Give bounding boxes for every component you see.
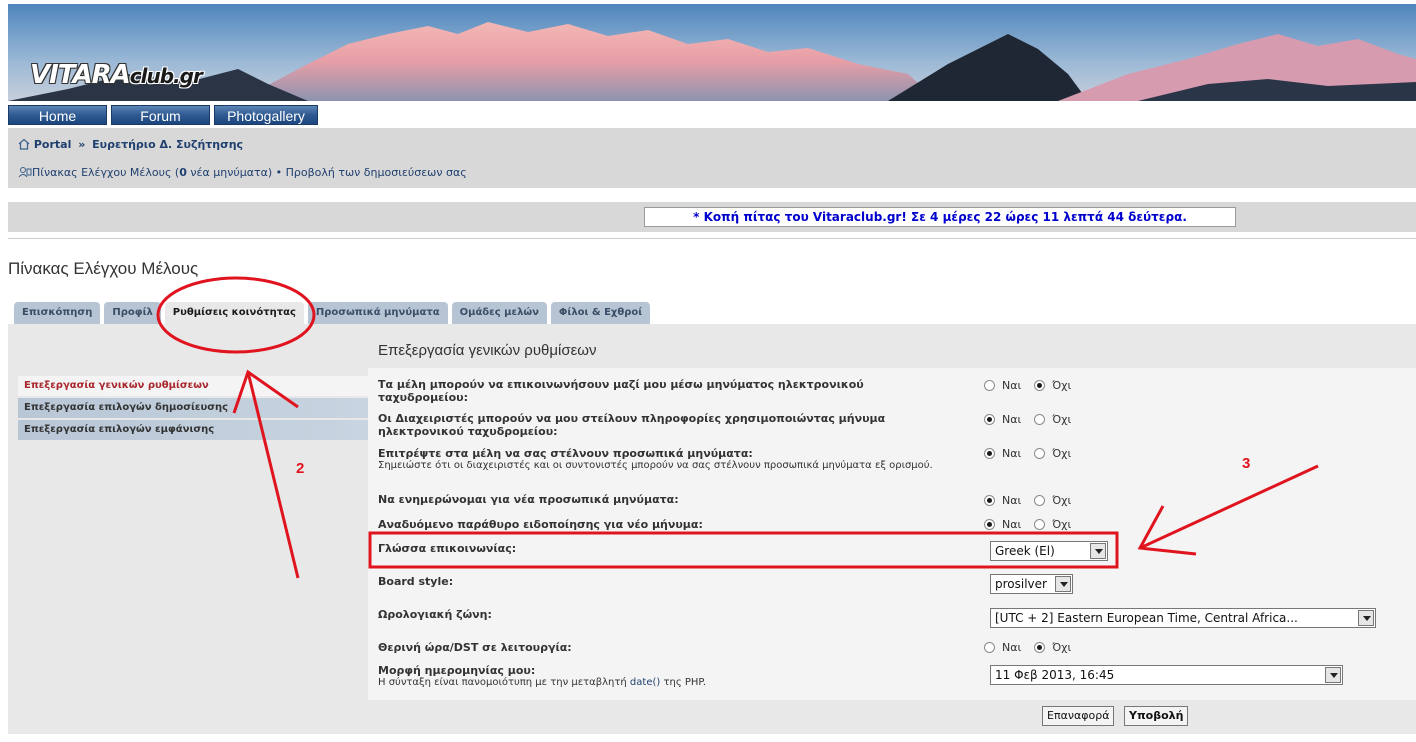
date-format-label: Μορφή ημερομηνίας μου: bbox=[378, 664, 536, 677]
radio-yes[interactable] bbox=[984, 380, 995, 391]
tab-overview[interactable]: Επισκόπηση bbox=[14, 302, 101, 324]
radio-no[interactable] bbox=[1034, 414, 1046, 425]
announcement-panel: * Κοπή πίτας του Vitaraclub.gr! Σε 4 μέρ… bbox=[8, 202, 1416, 232]
setting-row: Να ενημερώνομαι για νέα προσωπικά μηνύμα… bbox=[378, 493, 938, 506]
form-title: Επεξεργασία γενικών ρυθμίσεων bbox=[378, 342, 597, 359]
setting-radio-group: Ναι Όχι bbox=[984, 518, 1084, 531]
board-style-select[interactable]: prosilver bbox=[990, 574, 1073, 594]
radio-no[interactable] bbox=[1034, 495, 1046, 506]
annotation-number-3: 3 bbox=[1242, 455, 1251, 472]
reset-button[interactable]: Επαναφορά bbox=[1042, 706, 1115, 726]
date-format-select[interactable]: 11 Φεβ 2013, 16:45 bbox=[990, 665, 1343, 685]
forum-button[interactable]: Forum bbox=[111, 105, 210, 125]
home-button[interactable]: Home bbox=[8, 105, 107, 125]
breadcrumb-panel: Portal » Ευρετήριο Δ. Συζήτησης Πίνακας … bbox=[8, 128, 1416, 188]
radio-yes[interactable] bbox=[984, 642, 995, 653]
setting-row: Θερινή ώρα/DST σε λειτουργία: bbox=[378, 641, 938, 654]
side-menu-item-display[interactable]: Επεξεργασία επιλογών εμφάνισης bbox=[18, 420, 368, 440]
radio-no[interactable] bbox=[1034, 448, 1046, 459]
setting-label: Να ενημερώνομαι για νέα προσωπικά μηνύμα… bbox=[378, 493, 679, 506]
mountain-landscape-image bbox=[8, 4, 1416, 101]
breadcrumb: Portal » Ευρετήριο Δ. Συζήτησης bbox=[18, 138, 243, 151]
chevron-down-icon bbox=[1358, 610, 1374, 626]
photogallery-button[interactable]: Photogallery bbox=[214, 105, 318, 125]
setting-row: Τα μέλη μπορούν να επικοινωνήσουν μαζί μ… bbox=[378, 378, 938, 404]
chevron-down-icon bbox=[1325, 667, 1341, 683]
chevron-down-icon bbox=[1090, 543, 1106, 559]
timezone-label: Ωρολογιακή ζώνη: bbox=[378, 608, 492, 621]
setting-note: Σημειώστε ότι οι διαχειριστές και οι συν… bbox=[378, 460, 933, 471]
setting-row: Board style: bbox=[378, 575, 938, 588]
ucp-links: Πίνακας Ελέγχου Μέλους (0 νέα μηνύματα) … bbox=[18, 166, 467, 179]
setting-row: Μορφή ημερομηνίας μου: Η σύνταξη είναι π… bbox=[378, 664, 938, 689]
language-select[interactable]: Greek (El) bbox=[990, 541, 1108, 561]
tab-friends-foes[interactable]: Φίλοι & Εχθροί bbox=[550, 302, 651, 324]
setting-label: Επιτρέψτε στα μέλη να σας στέλνουν προσω… bbox=[378, 447, 753, 460]
board-style-label: Board style: bbox=[378, 575, 454, 588]
setting-radio-group: Ναι Όχι bbox=[984, 413, 1084, 426]
radio-no[interactable] bbox=[1034, 380, 1046, 391]
breadcrumb-index-link[interactable]: Ευρετήριο Δ. Συζήτησης bbox=[92, 138, 243, 151]
language-label: Γλώσσα επικοινωνίας: bbox=[378, 542, 517, 555]
top-navigation: Home Forum Photogallery bbox=[8, 105, 318, 125]
date-format-note: Η σύνταξη είναι πανομοιότυπη με την μετα… bbox=[378, 677, 707, 688]
tab-usergroups[interactable]: Ομάδες μελών bbox=[451, 302, 547, 324]
user-control-panel-link[interactable]: Πίνακας Ελέγχου Μέλους (0 νέα μηνύματα) bbox=[32, 166, 272, 179]
setting-row: Γλώσσα επικοινωνίας: bbox=[378, 542, 938, 555]
setting-row: Επιτρέψτε στα μέλη να σας στέλνουν προσω… bbox=[378, 447, 958, 472]
side-menu: Επεξεργασία γενικών ρυθμίσεων Επεξεργασί… bbox=[18, 376, 368, 442]
radio-yes[interactable] bbox=[984, 519, 995, 530]
radio-yes[interactable] bbox=[984, 495, 995, 506]
page-title: Πίνακας Ελέγχου Μέλους bbox=[8, 259, 199, 278]
radio-no[interactable] bbox=[1034, 519, 1046, 530]
user-icon bbox=[18, 166, 32, 178]
annotation-number-2: 2 bbox=[296, 460, 305, 477]
setting-row: Οι Διαχειριστές μπορούν να μου στείλουν … bbox=[378, 412, 938, 438]
setting-label: Αναδυόμενο παράθυρο ειδοποίησης για νέο … bbox=[378, 518, 703, 531]
setting-label: Τα μέλη μπορούν να επικοινωνήσουν μαζί μ… bbox=[378, 378, 864, 404]
ucp-main-panel: Επεξεργασία γενικών ρυθμίσεων Επεξεργασί… bbox=[8, 324, 1416, 734]
submit-button[interactable]: Υποβολή bbox=[1124, 706, 1189, 726]
side-menu-item-posting[interactable]: Επεξεργασία επιλογών δημοσίευσης bbox=[18, 398, 368, 418]
countdown-announcement: * Κοπή πίτας του Vitaraclub.gr! Σε 4 μέρ… bbox=[644, 207, 1236, 227]
setting-row: Ωρολογιακή ζώνη: bbox=[378, 608, 938, 621]
dst-label: Θερινή ώρα/DST σε λειτουργία: bbox=[378, 641, 572, 654]
breadcrumb-portal-link[interactable]: Portal bbox=[34, 138, 72, 151]
ucp-tabs: Επισκόπηση Προφίλ Ρυθμίσεις κοινότητας Π… bbox=[14, 302, 651, 324]
radio-no[interactable] bbox=[1034, 642, 1046, 653]
site-logo[interactable]: VITARAclub.gr bbox=[30, 60, 203, 90]
radio-yes[interactable] bbox=[984, 448, 995, 459]
tab-private-messages[interactable]: Προσωπικά μηνύματα bbox=[307, 302, 448, 324]
setting-radio-group: Ναι Όχι bbox=[984, 494, 1084, 507]
setting-radio-group: Ναι Όχι bbox=[984, 447, 1084, 460]
setting-label: Οι Διαχειριστές μπορούν να μου στείλουν … bbox=[378, 412, 886, 438]
site-banner: VITARAclub.gr bbox=[8, 4, 1416, 101]
settings-form: Τα μέλη μπορούν να επικοινωνήσουν μαζί μ… bbox=[368, 368, 1416, 700]
view-your-posts-link[interactable]: Προβολή των δημοσιεύσεων σας bbox=[286, 166, 467, 179]
php-date-link[interactable]: date() bbox=[630, 677, 660, 688]
tab-board-preferences[interactable]: Ρυθμίσεις κοινότητας bbox=[164, 302, 304, 324]
divider bbox=[8, 238, 1416, 239]
tab-profile[interactable]: Προφίλ bbox=[104, 302, 161, 324]
dst-radio-group: Ναι Όχι bbox=[984, 641, 1084, 654]
setting-row: Αναδυόμενο παράθυρο ειδοποίησης για νέο … bbox=[378, 518, 938, 531]
home-icon bbox=[18, 138, 30, 150]
chevron-down-icon bbox=[1055, 576, 1071, 592]
timezone-select[interactable]: [UTC + 2] Eastern European Time, Central… bbox=[990, 608, 1376, 628]
setting-radio-group: Ναι Όχι bbox=[984, 379, 1084, 392]
radio-yes[interactable] bbox=[984, 414, 995, 425]
side-menu-item-general[interactable]: Επεξεργασία γενικών ρυθμίσεων bbox=[18, 376, 368, 396]
